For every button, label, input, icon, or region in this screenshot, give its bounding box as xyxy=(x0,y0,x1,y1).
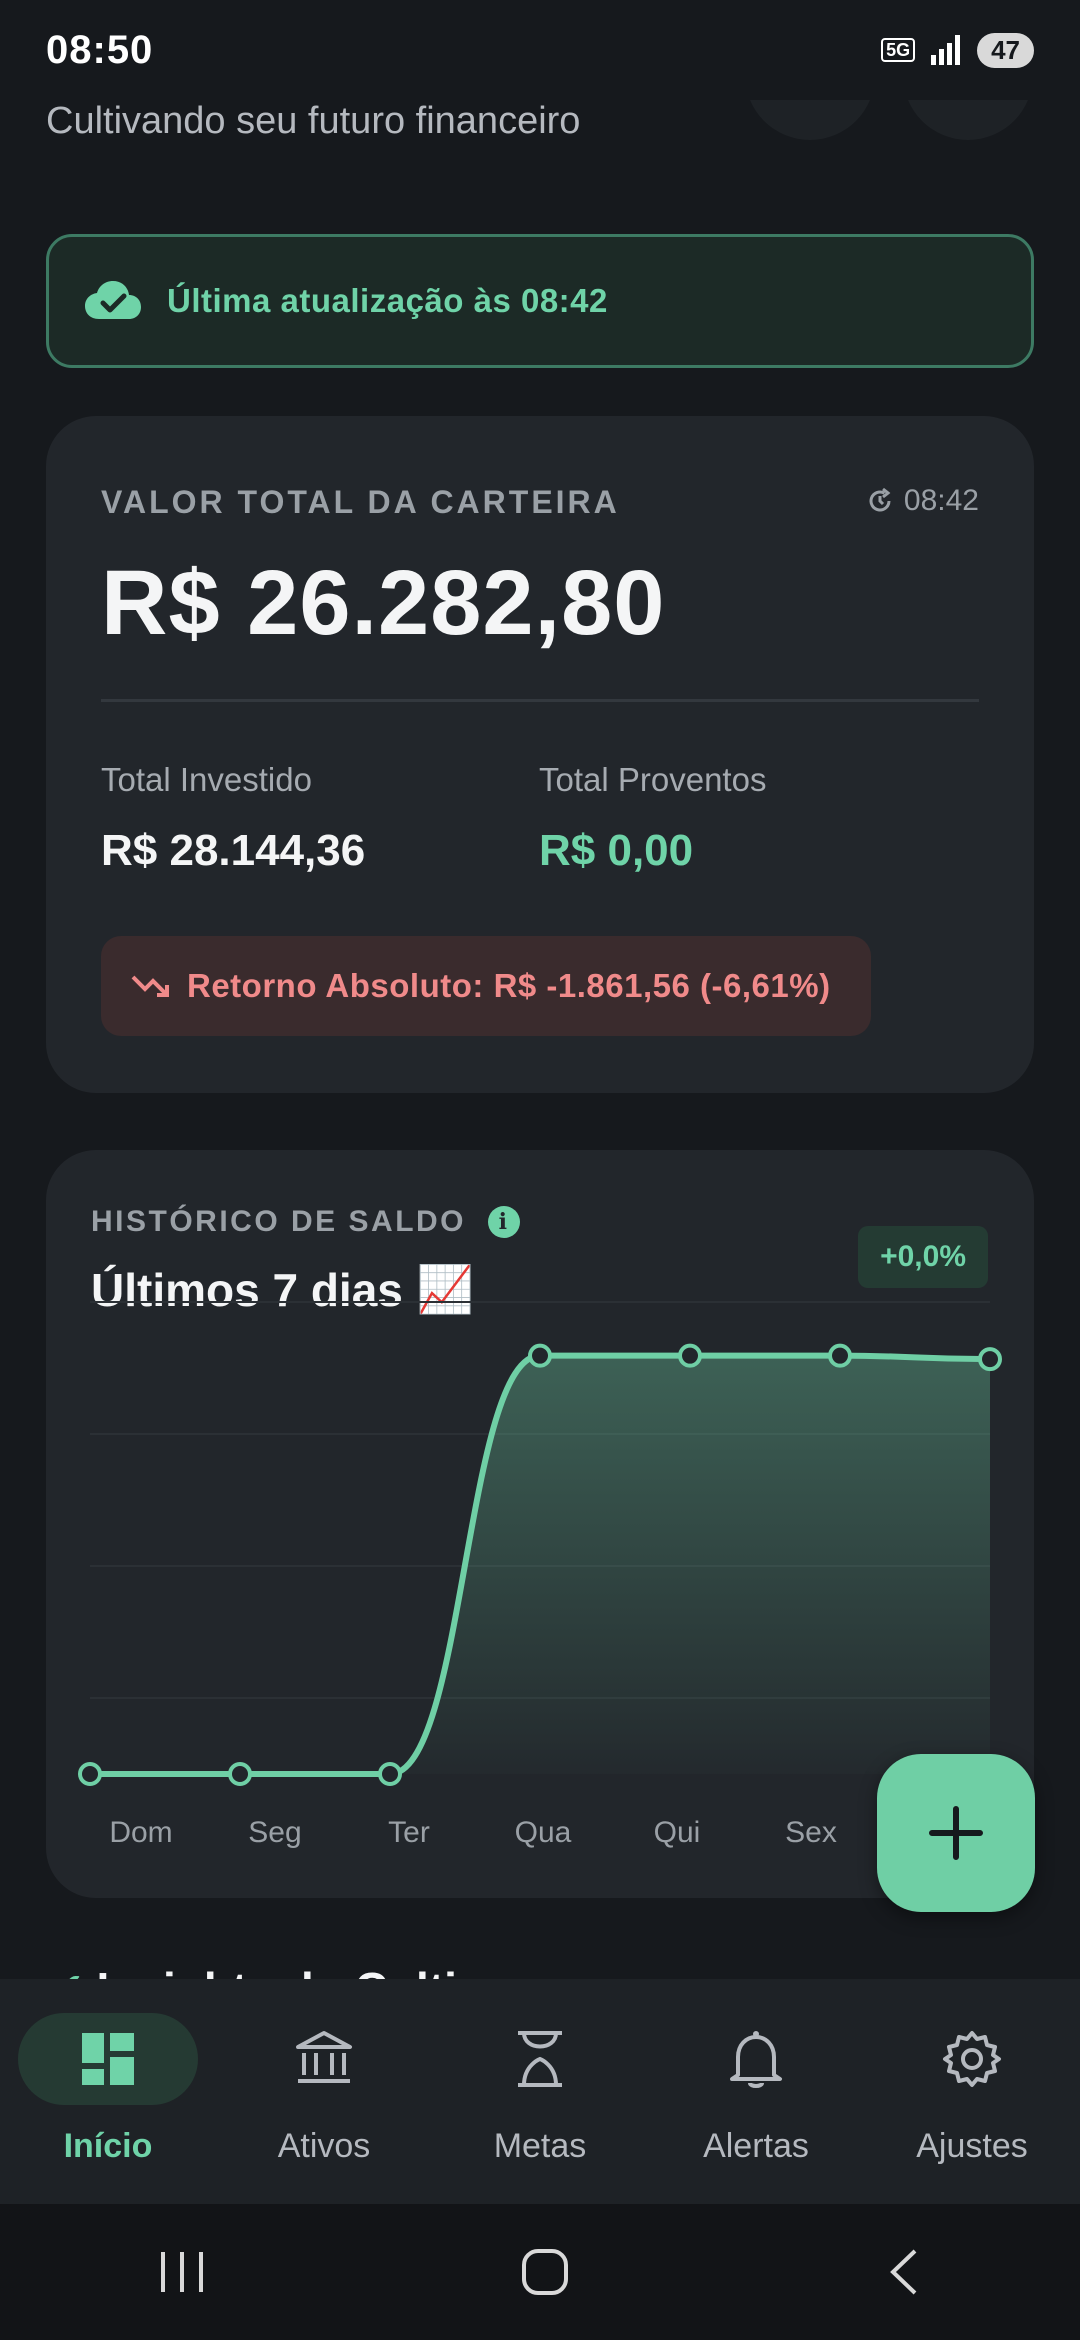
return-badge: Retorno Absoluto: R$ -1.861,56 (-6,61%) xyxy=(101,936,871,1036)
portfolio-label: VALOR TOTAL DA CARTEIRA xyxy=(101,484,620,520)
portfolio-card: VALOR TOTAL DA CARTEIRA 08:42 R$ 26.282,… xyxy=(46,416,1034,1093)
update-text: Última atualização às 08:42 xyxy=(167,282,608,319)
portfolio-total-value: R$ 26.282,80 xyxy=(101,552,666,654)
proventos-label: Total Proventos xyxy=(539,761,767,798)
proventos-value: R$ 0,00 xyxy=(539,826,694,875)
nav-label-ajustes: Ajustes xyxy=(916,2127,1028,2165)
divider xyxy=(101,699,979,702)
x-tick-label: Qua xyxy=(515,1816,572,1849)
bottom-nav: Início Ativos Metas Alertas Ajustes xyxy=(0,1979,1080,2204)
nav-item-alertas[interactable]: Alertas xyxy=(656,2013,856,2166)
back-icon[interactable] xyxy=(883,2247,923,2297)
chart-point-seg[interactable] xyxy=(228,1762,252,1786)
recent-apps-icon[interactable] xyxy=(157,2250,207,2294)
home-icon[interactable] xyxy=(520,2247,570,2297)
nav-label-inicio: Início xyxy=(63,2127,153,2165)
status-time: 08:50 xyxy=(46,27,154,72)
x-tick-label: Sex xyxy=(785,1816,837,1849)
nav-item-ajustes[interactable]: Ajustes xyxy=(872,2013,1072,2166)
x-tick-label: Ter xyxy=(388,1816,430,1849)
x-tick-label: Qui xyxy=(654,1816,701,1849)
update-banner: Última atualização às 08:42 xyxy=(46,234,1034,368)
cloud-check-icon xyxy=(85,281,141,319)
invested-label: Total Investido xyxy=(101,761,312,798)
chart-point-dom[interactable] xyxy=(78,1762,102,1786)
battery-icon: 47 xyxy=(977,32,1034,68)
chart-point-sex[interactable] xyxy=(828,1343,852,1368)
chart-point-qua[interactable] xyxy=(528,1343,552,1368)
refresh-clock-icon xyxy=(869,487,891,512)
signal-icon xyxy=(931,35,961,65)
nav-label-alertas: Alertas xyxy=(703,2127,809,2165)
portfolio-time-text: 08:42 xyxy=(903,484,979,517)
plus-icon xyxy=(929,1806,983,1860)
add-button[interactable] xyxy=(877,1754,1035,1912)
trending-down-icon xyxy=(131,975,169,997)
portfolio-time: 08:42 xyxy=(866,484,979,518)
hourglass-icon xyxy=(518,2031,562,2087)
bell-icon xyxy=(730,2031,782,2088)
bank-icon xyxy=(296,2031,352,2083)
dashboard-icon xyxy=(82,2033,134,2085)
system-nav-bar xyxy=(0,2204,1080,2340)
network-5g-icon: 5G xyxy=(881,38,916,62)
status-bar: 08:50 5G 47 xyxy=(0,0,1080,100)
nav-item-metas[interactable]: Metas xyxy=(440,2013,640,2166)
status-icons: 5G 47 xyxy=(881,32,1034,68)
invested-value: R$ 28.144,36 xyxy=(101,826,366,875)
x-tick-label: Dom xyxy=(109,1816,172,1849)
nav-item-inicio[interactable]: Início xyxy=(8,2013,208,2166)
chart-point-qui[interactable] xyxy=(678,1343,702,1368)
chart-point-sáb[interactable] xyxy=(978,1347,1002,1372)
x-tick-label: Seg xyxy=(248,1816,301,1849)
return-text: Retorno Absoluto: R$ -1.861,56 (-6,61%) xyxy=(187,967,831,1004)
nav-item-ativos[interactable]: Ativos xyxy=(224,2013,424,2166)
chart-point-ter[interactable] xyxy=(378,1762,402,1786)
chart-area xyxy=(90,1355,990,1774)
header-subtitle: Cultivando seu futuro financeiro xyxy=(46,100,581,142)
gear-icon xyxy=(943,2031,1001,2087)
nav-label-metas: Metas xyxy=(493,2127,587,2165)
nav-label-ativos: Ativos xyxy=(277,2127,371,2165)
